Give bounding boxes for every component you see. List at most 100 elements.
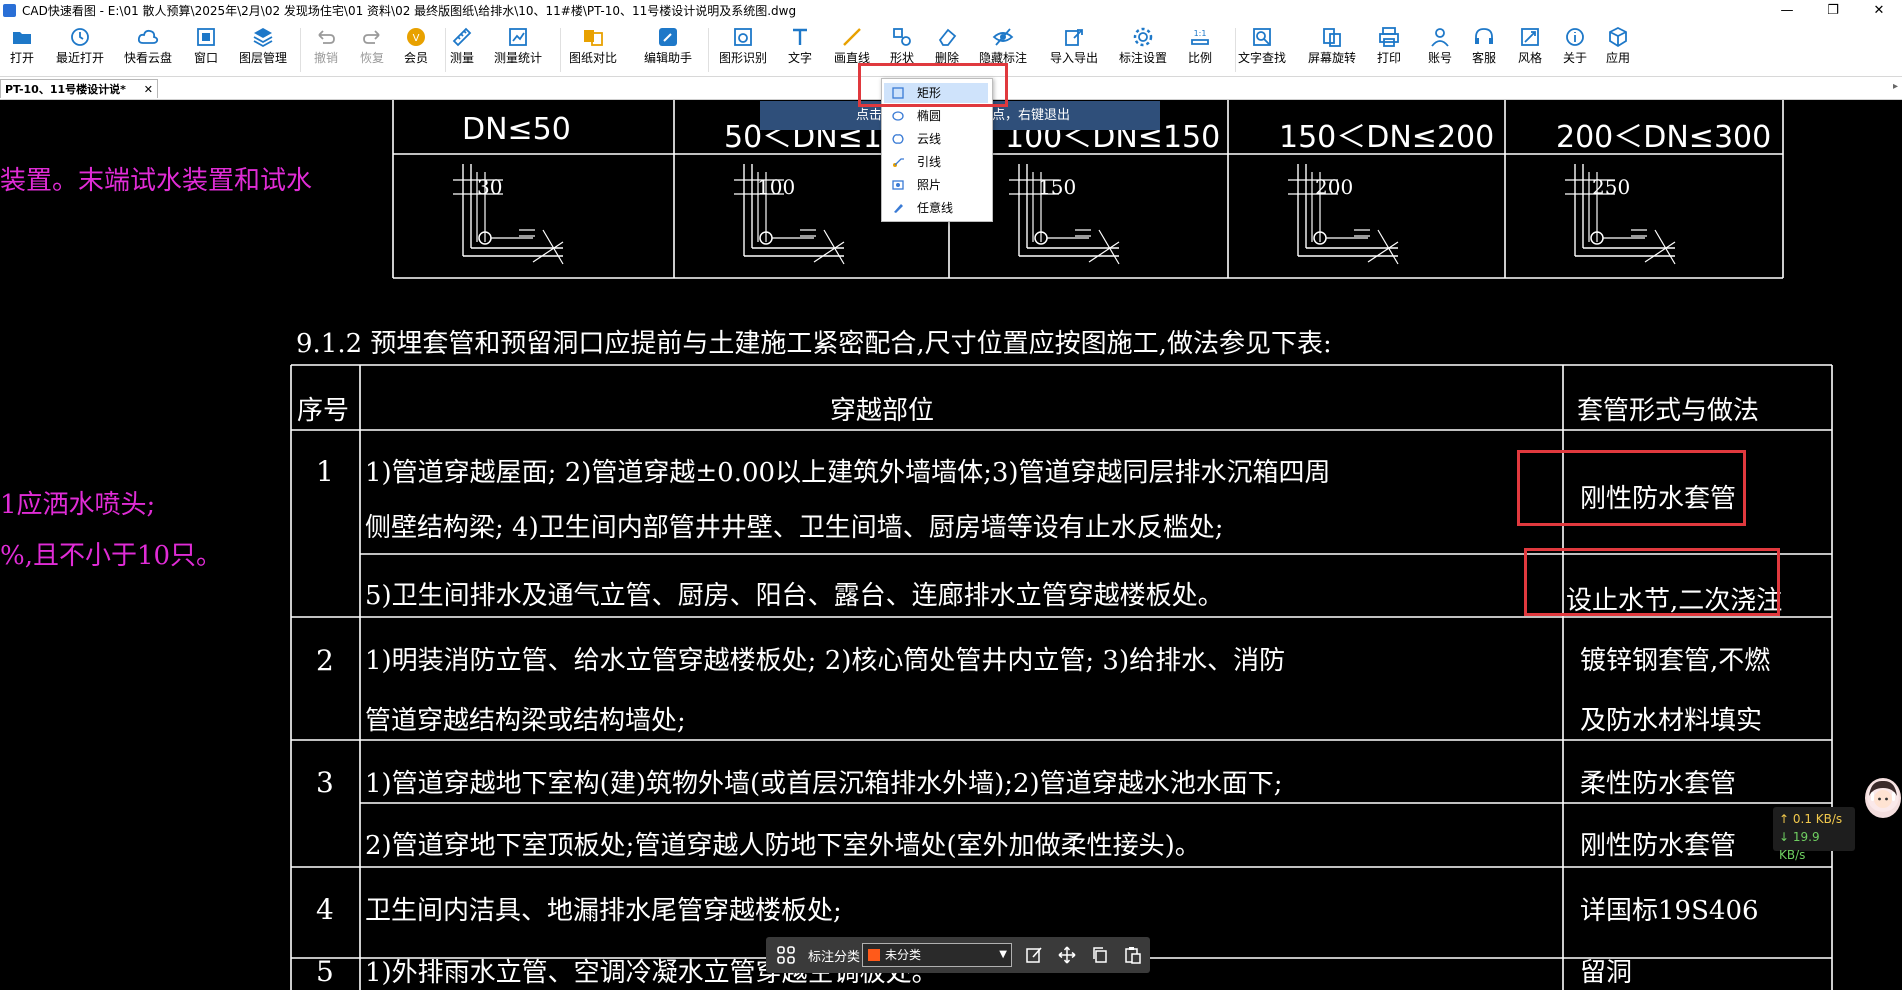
net-speed-widget: ↑ 0.1 KB/s ↓ 19.9 KB/s: [1773, 807, 1855, 862]
toolbar-label: 比例: [1187, 51, 1212, 65]
toolbar-measure-stats-button[interactable]: 测量统计: [490, 26, 546, 74]
restore-button[interactable]: ❐: [1810, 0, 1856, 22]
toolbar-edit-assist-button[interactable]: 编辑助手: [640, 26, 696, 74]
toolbar-shape-recog-button[interactable]: 图形识别: [715, 26, 771, 74]
cloud-icon: [137, 29, 159, 44]
toolbar-label: 应用: [1605, 51, 1630, 65]
toolbar-open-button[interactable]: 打开: [0, 26, 50, 74]
chevron-down-icon: ▼: [999, 949, 1007, 960]
toolbar-cloud-button[interactable]: 快看云盘: [120, 26, 176, 74]
svg-text:1:1: 1:1: [1194, 29, 1207, 38]
compare-icon: [584, 30, 603, 46]
shape-menu-label: 云线: [917, 132, 942, 146]
edit-note-icon[interactable]: [1024, 945, 1044, 965]
annotation-float-bar: 标注分类 未分类 ▼: [766, 937, 1150, 973]
title-bar: CAD快速看图 - E:\01 散人预算\2025年\2月\02 发现场住宅\0…: [0, 0, 1902, 22]
toolbar-label: 导入导出: [1049, 51, 1098, 65]
shape-menu-label: 照片: [917, 178, 942, 192]
table-row-location: 管道穿越结构梁或结构墙处;: [365, 706, 686, 736]
tab-close-icon[interactable]: ✕: [144, 80, 153, 99]
line-icon: [843, 28, 861, 46]
toolbar-separator: [1235, 28, 1236, 72]
grid-menu-icon[interactable]: [776, 945, 796, 965]
toolbar-scale-button[interactable]: 1:1 比例: [1172, 26, 1228, 74]
shape-menu-item-photo[interactable]: 照片: [884, 175, 988, 195]
drawing-canvas[interactable]: DN≤50 50＜DN≤100 100＜DN≤150 150＜DN≤200 200＜DN…: [0, 100, 1902, 990]
table-row-location: 5)卫生间排水及通气立管、厨房、阳台、露台、连廊排水立管穿越楼板处。: [365, 581, 1224, 611]
toolbar-label: 图形识别: [718, 51, 767, 65]
document-tab[interactable]: PT-10、11号楼设计说* ✕: [0, 79, 158, 98]
document-tab-label: PT-10、11号楼设计说*: [5, 83, 126, 96]
info-icon: [1566, 28, 1584, 46]
shape-menu-item-ellipse[interactable]: 椭圆: [884, 106, 988, 126]
toolbar-label: 屏幕旋转: [1307, 51, 1356, 65]
category-select[interactable]: 未分类 ▼: [862, 943, 1012, 967]
drawing-line: [1644, 241, 1676, 263]
cloud-line-icon: [892, 134, 904, 144]
shape-menu-item-pencil[interactable]: 任意线: [884, 198, 988, 218]
toolbar-apps-button[interactable]: 应用: [1590, 26, 1646, 74]
shape-menu-item-leader[interactable]: 引线: [884, 152, 988, 172]
move-icon[interactable]: [1057, 945, 1077, 965]
toolbar-print-button[interactable]: 打印: [1361, 26, 1417, 74]
toolbar-compare-button[interactable]: 图纸对比: [565, 26, 621, 74]
toolbar-label: 图层管理: [238, 51, 287, 65]
toolbar-screen-rotate-button[interactable]: 屏幕旋转: [1304, 26, 1360, 74]
ellipse-icon: [892, 111, 904, 121]
close-window-button[interactable]: ✕: [1856, 0, 1902, 22]
toolbar-window-button[interactable]: 窗口: [178, 26, 234, 74]
scale-icon: 1:1: [1191, 29, 1209, 45]
shape-menu-item-cloud-line[interactable]: 云线: [884, 129, 988, 149]
shape-menu-label: 任意线: [917, 201, 954, 215]
window-icon: [197, 28, 215, 46]
toolbar-recent-button[interactable]: 最近打开: [52, 26, 108, 74]
toolbar-measure-button[interactable]: 测量: [434, 26, 490, 74]
copy-icon[interactable]: [1090, 945, 1110, 965]
eraser-icon: [938, 28, 957, 46]
pipe-size-header: DN≤50: [462, 112, 571, 147]
window-title: CAD快速看图 - E:\01 散人预算\2025年\2月\02 发现场住宅\0…: [22, 4, 797, 18]
paste-icon[interactable]: [1123, 945, 1143, 965]
shape-menu-label: 引线: [917, 155, 942, 169]
drawing-line: [813, 241, 845, 263]
table-row-method: 镀锌钢套管,不燃: [1580, 646, 1771, 676]
headset-icon: [1475, 28, 1493, 44]
table-header-no: 序号: [297, 396, 350, 426]
table-row-no: 5: [316, 955, 334, 988]
toolbar-import-export-button[interactable]: 导入导出: [1046, 26, 1102, 74]
shape-icon: [734, 28, 752, 46]
folder-icon: [13, 32, 31, 44]
table-row-method: 柔性防水套管: [1580, 769, 1737, 799]
table-row-method: 及防水材料填实: [1580, 706, 1763, 736]
highlight-rect-rigid-sleeve: [1517, 450, 1746, 526]
tab-scroll-arrow-icon[interactable]: ▸: [1893, 81, 1898, 92]
table-row-no: 3: [316, 766, 334, 799]
upload-speed: ↑ 0.1 KB/s: [1779, 812, 1843, 826]
margin-note: %,且不小于10只。: [0, 541, 223, 571]
drawing-line: [532, 241, 564, 263]
table-row-no: 1: [316, 455, 334, 488]
leader-icon: [893, 158, 904, 167]
toolbar-label: 文字: [787, 51, 812, 65]
toolbar-mark-settings-button[interactable]: 标注设置: [1115, 26, 1171, 74]
assistant-avatar-icon[interactable]: [1865, 778, 1901, 818]
search-icon: [1253, 28, 1271, 46]
table-row-no: 4: [316, 893, 334, 926]
toolbar-label: 打开: [9, 51, 34, 65]
drawing-line: [1654, 229, 1676, 265]
eye-icon: [992, 28, 1014, 46]
margin-note: 1应洒水喷头;: [0, 490, 156, 520]
export-icon: [1065, 29, 1083, 46]
toolbar-layers-button[interactable]: 图层管理: [235, 26, 291, 74]
toolbar-separator: [300, 28, 301, 72]
shapes-icon: [893, 28, 911, 46]
toolbar-label: 打印: [1376, 51, 1401, 65]
toolbar-text-search-button[interactable]: 文字查找: [1234, 26, 1290, 74]
svg-text:V: V: [413, 33, 420, 44]
style-icon: [1521, 28, 1539, 46]
drawing-line: [823, 229, 845, 265]
toolbar-text-button[interactable]: 文字: [772, 26, 828, 74]
minimize-button[interactable]: —: [1764, 0, 1810, 22]
app-logo-icon: [3, 4, 16, 17]
table-row-method: 刚性防水套管: [1580, 831, 1737, 861]
